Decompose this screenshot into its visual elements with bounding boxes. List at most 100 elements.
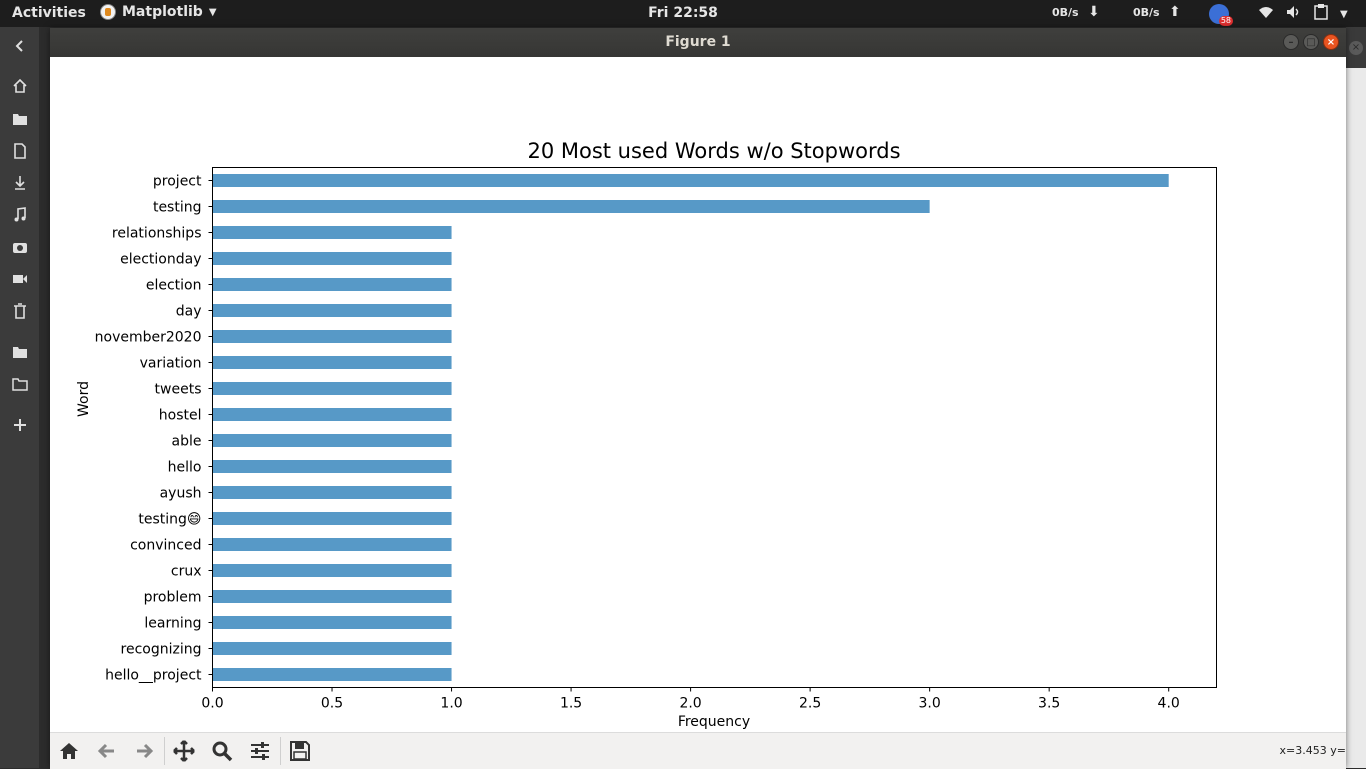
bar-2 (212, 226, 452, 239)
close-button[interactable]: × (1323, 34, 1339, 50)
navigation-toolbar: x=3.453 y= (50, 732, 1346, 769)
back-button[interactable] (95, 739, 119, 763)
x-tick-label: 0.0 (201, 696, 223, 712)
y-tick-label: recognizing (121, 642, 202, 658)
document-icon[interactable] (10, 141, 30, 161)
bar-13 (212, 512, 452, 525)
bar-11 (212, 460, 452, 473)
back-arrow-icon[interactable] (10, 36, 30, 56)
cursor-coordinates: x=3.453 y= (1279, 744, 1346, 757)
y-tick-label: election (146, 278, 202, 294)
y-tick-label: tweets (155, 382, 202, 398)
bar-chart: 20 Most used Words w/o Stopwords Word Fr… (76, 139, 1217, 730)
add-icon[interactable] (10, 415, 30, 435)
y-tick-label: testing😄 (138, 512, 201, 528)
wifi-icon[interactable] (1258, 5, 1274, 23)
y-tick-label: testing (153, 200, 202, 216)
bar-16 (212, 590, 452, 603)
matplotlib-app-icon (100, 4, 116, 20)
download-arrow-icon: ⬇ (1088, 4, 1100, 20)
bar-19 (212, 668, 452, 681)
y-tick-label: able (172, 434, 202, 450)
bar-10 (212, 434, 452, 447)
music-icon[interactable] (10, 205, 30, 225)
download-icon[interactable] (10, 173, 30, 193)
configure-subplots-button[interactable] (248, 739, 272, 763)
x-tick-label: 4.0 (1158, 696, 1180, 712)
app-menu-label: Matplotlib (122, 4, 203, 20)
bar-1 (212, 200, 930, 213)
clipboard-icon[interactable] (1314, 4, 1328, 24)
bar-4 (212, 278, 452, 291)
y-tick-label: problem (144, 590, 202, 606)
bar-18 (212, 642, 452, 655)
save-icon (290, 741, 310, 761)
home-icon (60, 743, 78, 759)
x-tick-label: 2.0 (679, 696, 701, 712)
close-icon[interactable]: × (1349, 41, 1363, 55)
y-tick-label: variation (140, 356, 202, 372)
notification-count: 58 (1218, 16, 1233, 26)
y-tick-label: day (176, 304, 202, 320)
bar-6 (212, 330, 452, 343)
x-tick-label: 1.0 (440, 696, 462, 712)
chevron-down-icon: ▼ (208, 6, 217, 18)
window-titlebar[interactable]: Figure 1 – □ × (50, 28, 1346, 57)
bar-5 (212, 304, 452, 317)
y-tick-label: electionday (120, 252, 201, 268)
pan-button[interactable] (172, 739, 196, 763)
plot-canvas[interactable]: 20 Most used Words w/o Stopwords Word Fr… (50, 57, 1346, 732)
activities-button[interactable]: Activities (12, 5, 86, 21)
folder-icon[interactable] (10, 342, 30, 362)
magnifier-icon (212, 741, 233, 762)
trash-icon[interactable] (10, 301, 30, 321)
app-menu[interactable]: Matplotlib ▼ (100, 4, 217, 20)
chart-title: 20 Most used Words w/o Stopwords (527, 139, 900, 163)
toolbar-separator (280, 737, 281, 765)
home-icon[interactable] (10, 76, 30, 96)
camera-icon[interactable] (10, 237, 30, 257)
upload-arrow-icon: ⬆ (1169, 4, 1181, 20)
x-tick-label: 0.5 (321, 696, 343, 712)
net-upload-speed: 0B/s (1133, 6, 1160, 19)
y-tick-label: crux (171, 564, 202, 580)
zoom-button[interactable] (210, 739, 234, 763)
y-tick-label: november2020 (95, 330, 202, 346)
home-button[interactable] (57, 739, 81, 763)
forward-button[interactable] (132, 739, 156, 763)
bar-7 (212, 356, 452, 369)
video-icon[interactable] (10, 269, 30, 289)
move-icon (173, 740, 195, 762)
y-tick-label: hostel (159, 408, 202, 424)
window-title: Figure 1 (665, 34, 731, 50)
background-window[interactable]: × (1346, 27, 1366, 768)
bar-9 (212, 408, 452, 421)
x-tick-label: 2.5 (799, 696, 821, 712)
y-tick-label: convinced (130, 538, 201, 554)
axes-frame (212, 167, 1217, 688)
x-tick-label: 3.5 (1038, 696, 1060, 712)
y-tick-label: hello__project (105, 668, 202, 684)
system-menu-chevron-icon[interactable]: ▼ (1340, 9, 1348, 20)
folder-icon[interactable] (10, 109, 30, 129)
bar-12 (212, 486, 452, 499)
save-button[interactable] (288, 739, 312, 763)
x-tick-label: 1.5 (560, 696, 582, 712)
notification-icon[interactable]: 58 (1209, 4, 1233, 26)
sliders-icon (251, 742, 269, 760)
minimize-button[interactable]: – (1283, 34, 1299, 50)
net-download-speed: 0B/s (1052, 6, 1079, 19)
bar-0 (212, 174, 1169, 187)
folder-icon[interactable] (10, 374, 30, 394)
toolbar-separator (164, 737, 165, 765)
system-tray[interactable]: ▼ (1258, 4, 1348, 24)
arrow-left-icon (97, 743, 114, 759)
volume-icon[interactable] (1286, 5, 1302, 23)
x-tick-label: 3.0 (919, 696, 941, 712)
dock (0, 27, 39, 768)
y-tick-label: ayush (160, 486, 202, 502)
bar-3 (212, 252, 452, 265)
x-axis-label: Frequency (678, 714, 750, 730)
bar-15 (212, 564, 452, 577)
maximize-button[interactable]: □ (1303, 34, 1319, 50)
